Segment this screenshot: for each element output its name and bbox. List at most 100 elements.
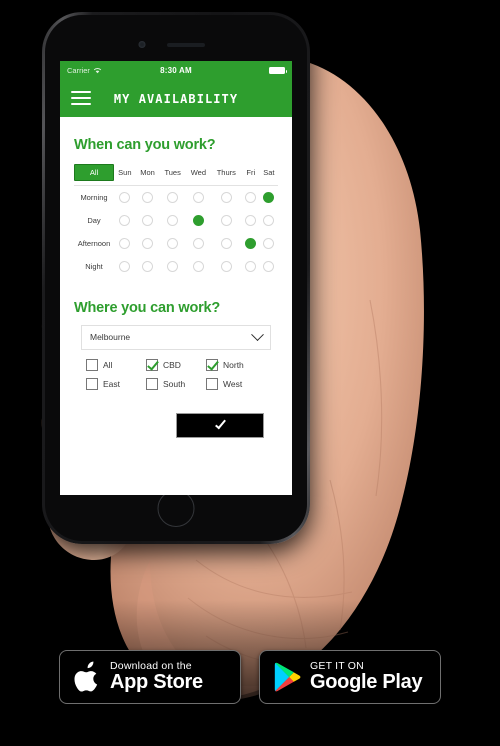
slot-unselected-icon[interactable] (167, 191, 179, 203)
slot-night-tues[interactable] (159, 255, 186, 278)
slot-unselected-icon[interactable] (245, 260, 257, 272)
slot-morning-sun[interactable] (114, 186, 136, 209)
slot-afternoon-sun[interactable] (114, 232, 136, 255)
area-checkbox-all[interactable]: All (86, 358, 146, 371)
slot-afternoon-thurs[interactable] (211, 232, 242, 255)
slot-unselected-icon[interactable] (119, 191, 131, 203)
day-header-fri[interactable]: Fri (241, 164, 260, 186)
slot-morning-mon[interactable] (136, 186, 160, 209)
where-section-heading: Where you can work? (74, 299, 221, 316)
slot-day-sun[interactable] (114, 209, 136, 232)
area-checkbox-label: North (223, 359, 244, 370)
slot-night-fri[interactable] (242, 255, 260, 278)
all-days-tab[interactable]: All (74, 164, 114, 181)
page-title: MY AVAILABILITY (113, 90, 239, 106)
slot-day-tues[interactable] (159, 209, 186, 232)
checkbox-unchecked-icon[interactable] (86, 358, 98, 371)
home-button[interactable] (157, 490, 195, 527)
status-bar: Carrier 8:30 AM (60, 61, 292, 79)
area-checkbox-label: West (223, 378, 243, 389)
availability-row: Night (74, 255, 278, 278)
availability-grid-body: Morning Day Afternoon Night (74, 186, 278, 278)
slot-morning-thurs[interactable] (211, 186, 242, 209)
day-header-sat[interactable]: Sat (259, 164, 278, 186)
slot-day-wed[interactable] (186, 209, 211, 232)
day-header-mon[interactable]: Mon (135, 164, 160, 186)
google-play-icon (274, 662, 301, 692)
row-label-morning: Morning (80, 192, 108, 202)
slot-selected-icon[interactable] (192, 214, 204, 226)
availability-row: Afternoon (74, 232, 278, 255)
slot-unselected-icon[interactable] (245, 191, 257, 203)
slot-morning-wed[interactable] (186, 186, 211, 209)
slot-afternoon-mon[interactable] (136, 232, 160, 255)
checkbox-unchecked-icon[interactable] (86, 377, 98, 390)
area-checkbox-north[interactable]: North (206, 358, 266, 371)
checkbox-unchecked-icon[interactable] (206, 377, 218, 390)
slot-selected-icon[interactable] (263, 191, 275, 203)
area-checkbox-west[interactable]: West (206, 377, 266, 390)
slot-afternoon-tues[interactable] (159, 232, 186, 255)
area-checkbox-east[interactable]: East (86, 377, 146, 390)
slot-day-thurs[interactable] (211, 209, 242, 232)
slot-unselected-icon[interactable] (263, 260, 275, 272)
when-section-heading: When can you work? (74, 137, 216, 153)
day-header-thurs[interactable]: Thurs (210, 164, 242, 186)
slot-unselected-icon[interactable] (119, 260, 131, 272)
slot-night-thurs[interactable] (211, 255, 242, 278)
slot-morning-tues[interactable] (159, 186, 186, 209)
slot-unselected-icon[interactable] (142, 191, 153, 203)
slot-unselected-icon[interactable] (220, 260, 232, 272)
checkbox-checked-icon[interactable] (146, 358, 158, 371)
slot-unselected-icon[interactable] (192, 260, 204, 272)
slot-afternoon-sat[interactable] (260, 232, 278, 255)
slot-morning-sat[interactable] (260, 186, 278, 209)
availability-row: Day (74, 209, 278, 232)
slot-night-mon[interactable] (136, 255, 160, 278)
slot-unselected-icon[interactable] (142, 214, 153, 226)
table-header-row: All Sun Mon Tues Wed Thurs Fri Sat (74, 164, 278, 186)
google-play-badge[interactable]: GET IT ON Google Play (259, 650, 441, 704)
slot-afternoon-wed[interactable] (186, 232, 211, 255)
slot-unselected-icon[interactable] (263, 237, 275, 249)
slot-unselected-icon[interactable] (142, 260, 153, 272)
slot-morning-fri[interactable] (242, 186, 260, 209)
slot-day-mon[interactable] (136, 209, 160, 232)
slot-unselected-icon[interactable] (220, 214, 232, 226)
slot-unselected-icon[interactable] (220, 237, 232, 249)
slot-unselected-icon[interactable] (167, 214, 179, 226)
front-camera-icon (138, 41, 146, 48)
availability-grid: All Sun Mon Tues Wed Thurs Fri Sat Morni… (74, 164, 278, 278)
slot-unselected-icon[interactable] (167, 237, 179, 249)
slot-unselected-icon[interactable] (167, 260, 179, 272)
slot-unselected-icon[interactable] (142, 237, 153, 249)
checkbox-unchecked-icon[interactable] (146, 377, 158, 390)
day-header-tues[interactable]: Tues (159, 164, 186, 186)
submit-button[interactable] (176, 412, 264, 438)
area-checkbox-south[interactable]: South (146, 377, 206, 390)
area-checkbox-label: CBD (163, 359, 181, 370)
slot-unselected-icon[interactable] (119, 237, 131, 249)
slot-unselected-icon[interactable] (119, 214, 131, 226)
slot-selected-icon[interactable] (245, 237, 257, 249)
slot-unselected-icon[interactable] (192, 237, 204, 249)
row-label-day: Day (87, 215, 101, 225)
day-header-wed[interactable]: Wed (185, 164, 211, 186)
city-select[interactable]: Melbourne (81, 324, 271, 350)
app-store-badge[interactable]: Download on the App Store (59, 650, 241, 704)
slot-unselected-icon[interactable] (263, 214, 275, 226)
slot-day-fri[interactable] (242, 209, 260, 232)
slot-unselected-icon[interactable] (192, 191, 204, 203)
area-checkbox-cbd[interactable]: CBD (146, 358, 206, 371)
slot-unselected-icon[interactable] (245, 214, 257, 226)
slot-afternoon-fri[interactable] (242, 232, 260, 255)
slot-day-sat[interactable] (260, 209, 278, 232)
slot-night-wed[interactable] (186, 255, 211, 278)
submit-row (74, 412, 278, 438)
checkbox-checked-icon[interactable] (206, 358, 218, 371)
slot-unselected-icon[interactable] (220, 191, 232, 203)
area-checkbox-label: South (163, 378, 186, 389)
slot-night-sun[interactable] (114, 255, 136, 278)
day-header-sun[interactable]: Sun (114, 164, 136, 186)
slot-night-sat[interactable] (260, 255, 278, 278)
